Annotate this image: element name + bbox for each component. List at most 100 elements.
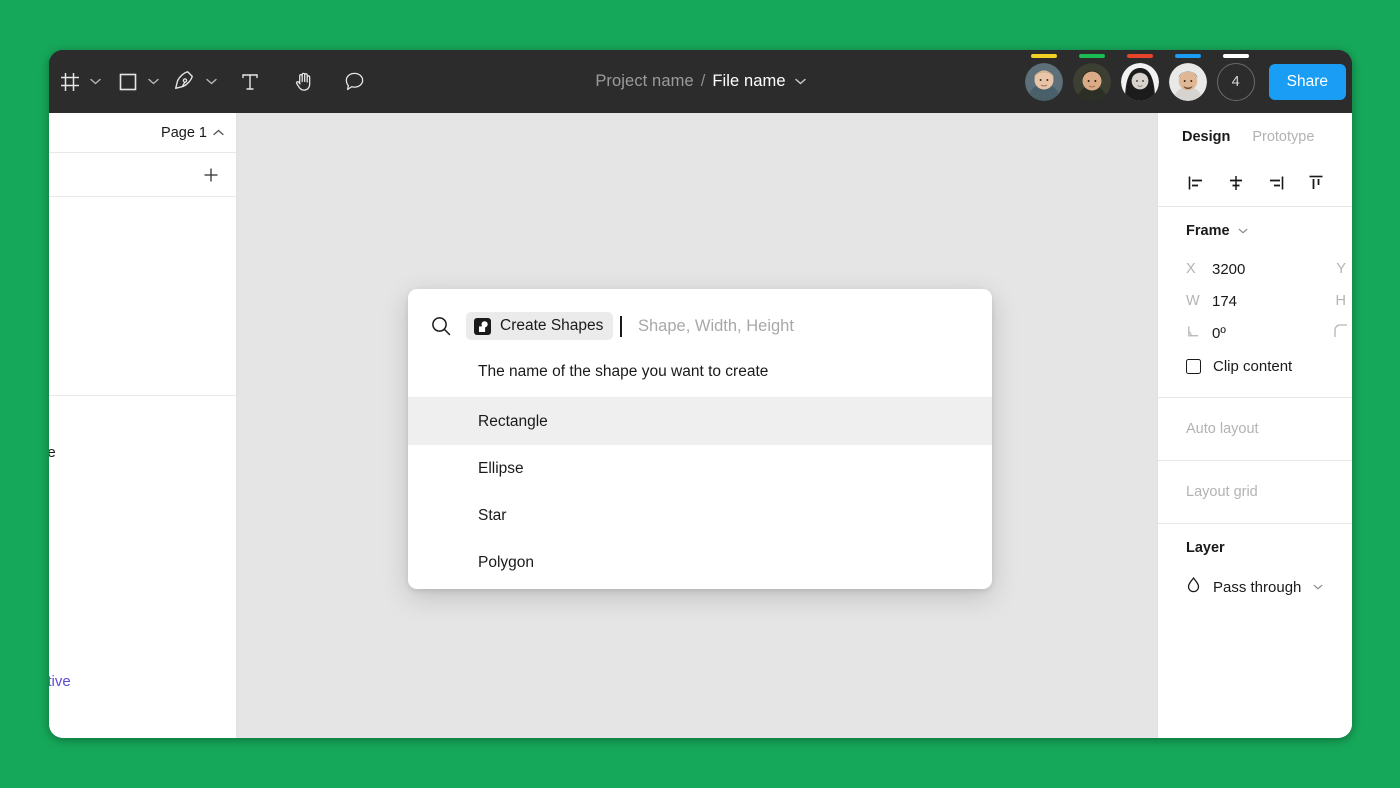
presence-bar — [1222, 54, 1249, 58]
blend-mode-icon-wrap — [1186, 576, 1201, 598]
panel-divider — [49, 395, 236, 396]
avatar-image — [1168, 62, 1207, 101]
tab-prototype[interactable]: Prototype — [1252, 129, 1314, 145]
frame-title: Frame — [1186, 223, 1230, 239]
rotation-icon — [1188, 325, 1199, 336]
shape-tool-button[interactable] — [111, 62, 145, 102]
top-toolbar: Project name / File name 4 Share — [49, 50, 1352, 113]
properties-panel: Design Prototype Frame X 3200 Y W 174 H … — [1157, 113, 1352, 738]
frame-x-row[interactable]: X 3200 Y — [1158, 253, 1352, 285]
rotation-icon-wrap — [1186, 324, 1212, 343]
layer-fragment-3[interactable]: ne — [49, 444, 56, 461]
create-shapes-chip[interactable]: Create Shapes — [466, 312, 614, 340]
avatar-collaborator-4[interactable] — [1164, 50, 1212, 113]
quick-actions-modal: Create Shapes Shape, Width, Height The n… — [408, 289, 992, 589]
align-horizontal-center-button[interactable] — [1226, 173, 1246, 193]
pen-icon — [174, 70, 193, 89]
frame-icon — [61, 72, 79, 91]
frame-section: Frame X 3200 Y W 174 H 0º Clip content — [1158, 207, 1352, 398]
clip-content-row[interactable]: Clip content — [1158, 349, 1352, 383]
project-name[interactable]: Project name — [595, 72, 693, 91]
search-input[interactable]: Shape, Width, Height — [638, 317, 794, 336]
result-item-ellipse[interactable]: Ellipse — [408, 445, 992, 492]
x-label: X — [1186, 261, 1196, 277]
layer-fragment-5[interactable]: ative — [49, 673, 71, 690]
chevron-up-icon — [213, 129, 224, 136]
rectangle-icon — [119, 73, 137, 90]
add-layer-button[interactable] — [200, 164, 222, 186]
avatar-collaborator-3[interactable] — [1116, 50, 1164, 113]
figma-window: Project name / File name 4 Share Page 1 … — [49, 50, 1352, 738]
text-tool-button[interactable] — [233, 62, 267, 102]
clip-content-label: Clip content — [1213, 357, 1293, 375]
blend-mode-value: Pass through — [1213, 578, 1302, 596]
chevron-down-icon — [1313, 584, 1323, 590]
corner-radius-icon-wrap[interactable] — [1333, 323, 1350, 345]
avatar-collaborator-2[interactable] — [1068, 50, 1116, 113]
chip-label: Create Shapes — [500, 317, 604, 334]
move-frame-tool-button[interactable] — [53, 62, 87, 102]
layers-panel: Page 1 B n ne e ative — [49, 113, 237, 738]
result-item-rectangle[interactable]: Rectangle — [408, 398, 992, 445]
chevron-down-icon — [205, 78, 217, 85]
align-horizontal-center-icon — [1230, 176, 1242, 190]
rotation-value[interactable]: 0º — [1212, 325, 1226, 342]
pen-tool-button[interactable] — [169, 62, 203, 102]
search-bar[interactable]: Create Shapes Shape, Width, Height — [408, 289, 992, 363]
text-icon — [242, 73, 258, 90]
presence-bar — [1174, 54, 1201, 58]
h-label: H — [1335, 293, 1346, 309]
align-right-icon — [1270, 176, 1284, 190]
blend-mode-row[interactable]: Pass through — [1158, 570, 1352, 604]
align-left-button[interactable] — [1186, 173, 1206, 193]
move-tool-caret[interactable] — [87, 62, 103, 102]
auto-layout-section[interactable]: Auto layout — [1158, 398, 1352, 461]
clip-content-checkbox[interactable] — [1186, 358, 1201, 374]
shape-tool-caret[interactable] — [145, 62, 161, 102]
y-label: Y — [1336, 261, 1346, 277]
blend-mode-icon — [1187, 576, 1200, 593]
hand-tool-button[interactable] — [287, 62, 321, 102]
layout-grid-label: Layout grid — [1186, 484, 1258, 500]
search-hint: The name of the shape you want to create — [408, 363, 992, 398]
share-button[interactable]: Share — [1268, 63, 1346, 100]
result-item-polygon[interactable]: Polygon — [408, 539, 992, 586]
avatar-image — [1024, 62, 1063, 101]
align-top-button[interactable] — [1306, 173, 1326, 193]
comment-icon — [345, 72, 363, 91]
auto-layout-label: Auto layout — [1186, 421, 1259, 437]
avatar — [1168, 62, 1207, 101]
avatar-collaborator-5[interactable]: 4 — [1212, 50, 1260, 113]
page-label: Page 1 — [161, 124, 207, 141]
chevron-down-icon — [794, 78, 806, 85]
layer-title: Layer — [1186, 540, 1225, 556]
avatar-collaborator-1[interactable] — [1020, 50, 1068, 113]
avatar — [1120, 62, 1159, 101]
corner-radius-icon — [1334, 324, 1347, 337]
w-value[interactable]: 174 — [1212, 293, 1237, 310]
align-right-button[interactable] — [1266, 173, 1286, 193]
text-cursor — [620, 315, 622, 337]
results-list: Rectangle Ellipse Star Polygon — [408, 398, 992, 586]
file-name[interactable]: File name — [712, 72, 785, 91]
file-menu-button[interactable] — [794, 78, 806, 85]
tab-design[interactable]: Design — [1182, 129, 1230, 145]
frame-section-header[interactable]: Frame — [1158, 223, 1352, 239]
hand-icon — [295, 72, 310, 91]
collaborator-count[interactable]: 4 — [1216, 62, 1255, 101]
frame-rotation-row[interactable]: 0º — [1158, 317, 1352, 349]
comment-tool-button[interactable] — [337, 62, 371, 102]
w-label: W — [1186, 293, 1200, 309]
search-icon-wrap — [430, 315, 452, 337]
presence-bar — [1126, 54, 1153, 58]
result-item-star[interactable]: Star — [408, 492, 992, 539]
layer-section-header: Layer — [1158, 540, 1352, 556]
page-selector[interactable]: Page 1 — [49, 113, 236, 153]
presence-bar — [1030, 54, 1057, 58]
frame-w-row[interactable]: W 174 H — [1158, 285, 1352, 317]
presence-bar — [1078, 54, 1105, 58]
layout-grid-section[interactable]: Layout grid — [1158, 461, 1352, 524]
chevron-down-icon — [1238, 228, 1247, 234]
x-value[interactable]: 3200 — [1212, 261, 1245, 278]
pen-tool-caret[interactable] — [203, 62, 219, 102]
